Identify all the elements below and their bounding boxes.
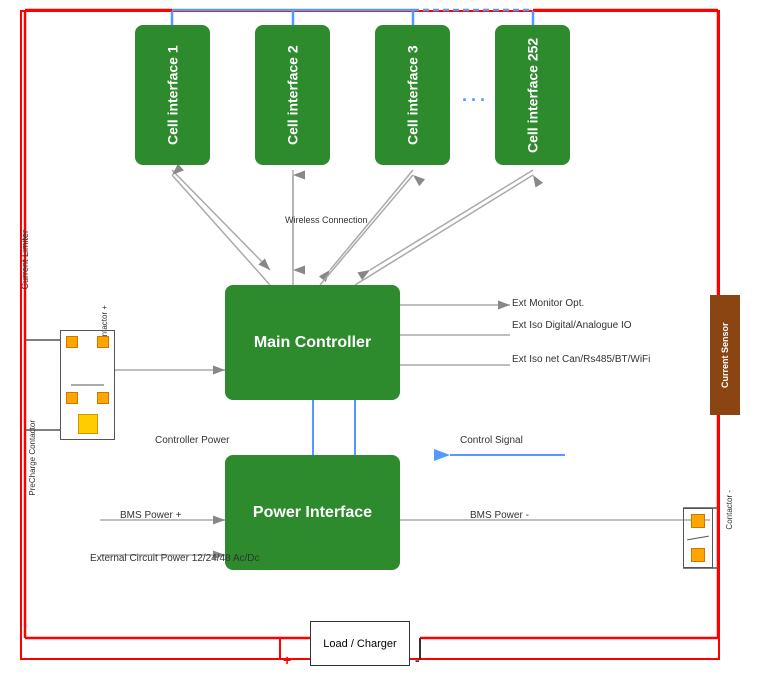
plus-sign: +: [283, 652, 291, 668]
current-sensor-box: Current Sensor: [710, 295, 740, 415]
contactor-switch-line: [71, 385, 104, 386]
cell-interface-3: Cell interface 3: [375, 25, 450, 165]
right-contactor-switch: [687, 536, 709, 541]
wireless-connection-label: Wireless Connection: [285, 215, 368, 225]
current-limiter-label: Current Limiter: [20, 230, 30, 290]
external-circuit-power-label: External Circuit Power 12/24/48 Ac/Dc: [90, 552, 260, 565]
diagram-container: Cell interface 1 Cell interface 2 Cell i…: [0, 0, 775, 696]
bms-power-plus-label: BMS Power +: [120, 510, 181, 521]
right-contactor-orange-2: [691, 548, 705, 562]
load-charger-box: Load / Charger: [310, 621, 410, 666]
control-signal-label: Control Signal: [460, 435, 523, 446]
orange-square-2: [97, 336, 109, 348]
orange-square-1: [66, 336, 78, 348]
ext-monitor-label: Ext Monitor Opt.: [512, 298, 584, 309]
contactor-area: [60, 330, 115, 440]
controller-power-label: Controller Power: [155, 435, 229, 446]
ext-iso-digital-label: Ext Iso Digital/Analogue IO: [512, 320, 632, 331]
cell-interface-2: Cell interface 2: [255, 25, 330, 165]
orange-square-3: [66, 392, 78, 404]
cell-interface-252: Cell interface 252: [495, 25, 570, 165]
minus-sign: -: [415, 652, 420, 668]
main-controller-box: Main Controller: [225, 285, 400, 400]
contactor-right: [683, 508, 713, 568]
cell-interface-1: Cell interface 1: [135, 25, 210, 165]
right-contactor-orange-1: [691, 514, 705, 528]
precharge-contactor-label: PreCharge Contactor: [28, 420, 37, 496]
precharge-yellow-square: [78, 414, 98, 434]
contactor-minus-label: Contactor -: [725, 490, 734, 530]
orange-square-4: [97, 392, 109, 404]
ext-iso-net-label: Ext Iso net Can/Rs485/BT/WiFi: [512, 354, 650, 365]
dashed-indicator: ···: [462, 90, 489, 111]
bms-power-minus-label: BMS Power -: [470, 510, 529, 521]
